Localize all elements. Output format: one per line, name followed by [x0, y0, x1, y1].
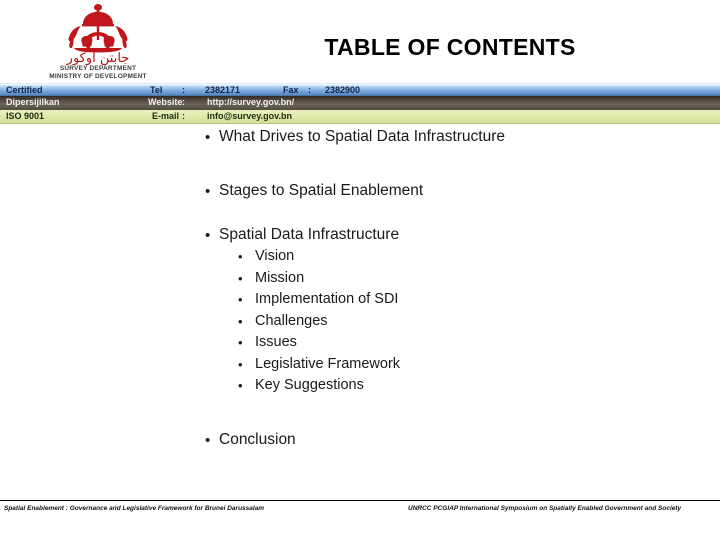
email-key: E-mail [152, 111, 180, 121]
website-key: Website [148, 97, 183, 107]
toc-subitem-label: Implementation of SDI [255, 291, 399, 307]
contact-row-dipersijilkan: Dipersijilkan Website : http://survey.go… [0, 96, 720, 110]
bullet-icon: • [205, 431, 211, 449]
fax-key: Fax [283, 85, 299, 95]
contact-row-certified: Certified Tel : 2382171 Fax : 2382900 [0, 83, 720, 96]
toc-subitem-key-suggestions[interactable]: • Key Suggestions [0, 377, 720, 399]
fax-value: 2382900 [325, 85, 361, 95]
toc-subitem-legislative-framework[interactable]: • Legislative Framework [0, 356, 720, 378]
bullet-icon: • [238, 378, 243, 393]
logo-department-line1: SURVEY DEPARTMENT [59, 65, 137, 72]
email-value[interactable]: info@survey.gov.bn [207, 111, 292, 121]
iso-label: ISO 9001 [6, 111, 45, 121]
bullet-icon: • [238, 335, 243, 350]
bullet-icon: • [205, 129, 211, 146]
website-colon: : [182, 97, 185, 107]
bullet-icon: • [238, 270, 243, 286]
slide-header: جابتن اوکور SURVEY DEPARTMENT MINISTRY O… [0, 0, 720, 82]
toc-subitem-label: Issues [255, 334, 297, 350]
toc-item-label: Stages to Spatial Enablement [219, 182, 424, 199]
organization-logo-block: جابتن اوکور SURVEY DEPARTMENT MINISTRY O… [8, 0, 188, 81]
bullet-icon: • [205, 183, 211, 200]
fax-colon: : [308, 85, 311, 95]
toc-item-stages[interactable]: • Stages to Spatial Enablement [0, 182, 720, 204]
toc-subitem-label: Challenges [255, 312, 328, 329]
contact-info-bars: Certified Tel : 2382171 Fax : 2382900 Di… [0, 83, 720, 124]
toc-subitem-label: Mission [255, 269, 305, 286]
footer-left-text: Spatial Enablement : Governance and Legi… [4, 505, 265, 512]
brunei-coat-of-arms-icon [8, 2, 188, 54]
tel-value: 2382171 [205, 85, 241, 95]
website-value[interactable]: http://survey.gov.bn/ [207, 97, 294, 107]
toc-subitem-implementation[interactable]: • Implementation of SDI [0, 291, 720, 313]
bullet-icon: • [238, 356, 243, 372]
logo-department-line2: MINISTRY OF DEVELOPMENT [49, 73, 147, 81]
tel-key: Tel [150, 85, 163, 95]
toc-subitem-mission[interactable]: • Mission [0, 270, 720, 292]
logo-jawi-text: جابتن اوکور [66, 51, 130, 66]
bullet-icon: • [205, 227, 211, 244]
dipersijilkan-label: Dipersijilkan [6, 97, 60, 107]
footer-right-text: UNRCC PCGIAP International Symposium on … [408, 505, 682, 512]
contact-row-iso: ISO 9001 E-mail : info@survey.gov.bn [0, 110, 720, 124]
toc-subitem-label: Key Suggestions [255, 377, 364, 393]
footer-divider [0, 500, 720, 501]
toc-subitem-label: Legislative Framework [255, 355, 401, 372]
bullet-icon: • [238, 249, 243, 264]
table-of-contents-list: • What Drives to Spatial Data Infrastruc… [0, 128, 720, 453]
toc-item-label: Spatial Data Infrastructure [219, 226, 400, 243]
tel-colon: : [182, 85, 185, 95]
email-colon: : [182, 111, 185, 121]
toc-item-label: Conclusion [219, 430, 296, 448]
bullet-icon: • [238, 313, 243, 329]
toc-subitem-challenges[interactable]: • Challenges [0, 313, 720, 335]
toc-subitem-issues[interactable]: • Issues [0, 334, 720, 356]
toc-item-what-drives[interactable]: • What Drives to Spatial Data Infrastruc… [0, 128, 720, 150]
certified-label: Certified [6, 85, 43, 95]
toc-item-sdi[interactable]: • Spatial Data Infrastructure [0, 226, 720, 248]
toc-item-conclusion[interactable]: • Conclusion [0, 431, 720, 453]
toc-subitem-label: Vision [255, 248, 295, 264]
toc-item-label: What Drives to Spatial Data Infrastructu… [219, 128, 506, 145]
bullet-icon: • [238, 292, 243, 307]
page-title: TABLE OF CONTENTS [324, 34, 576, 60]
toc-subitem-vision[interactable]: • Vision [0, 248, 720, 270]
